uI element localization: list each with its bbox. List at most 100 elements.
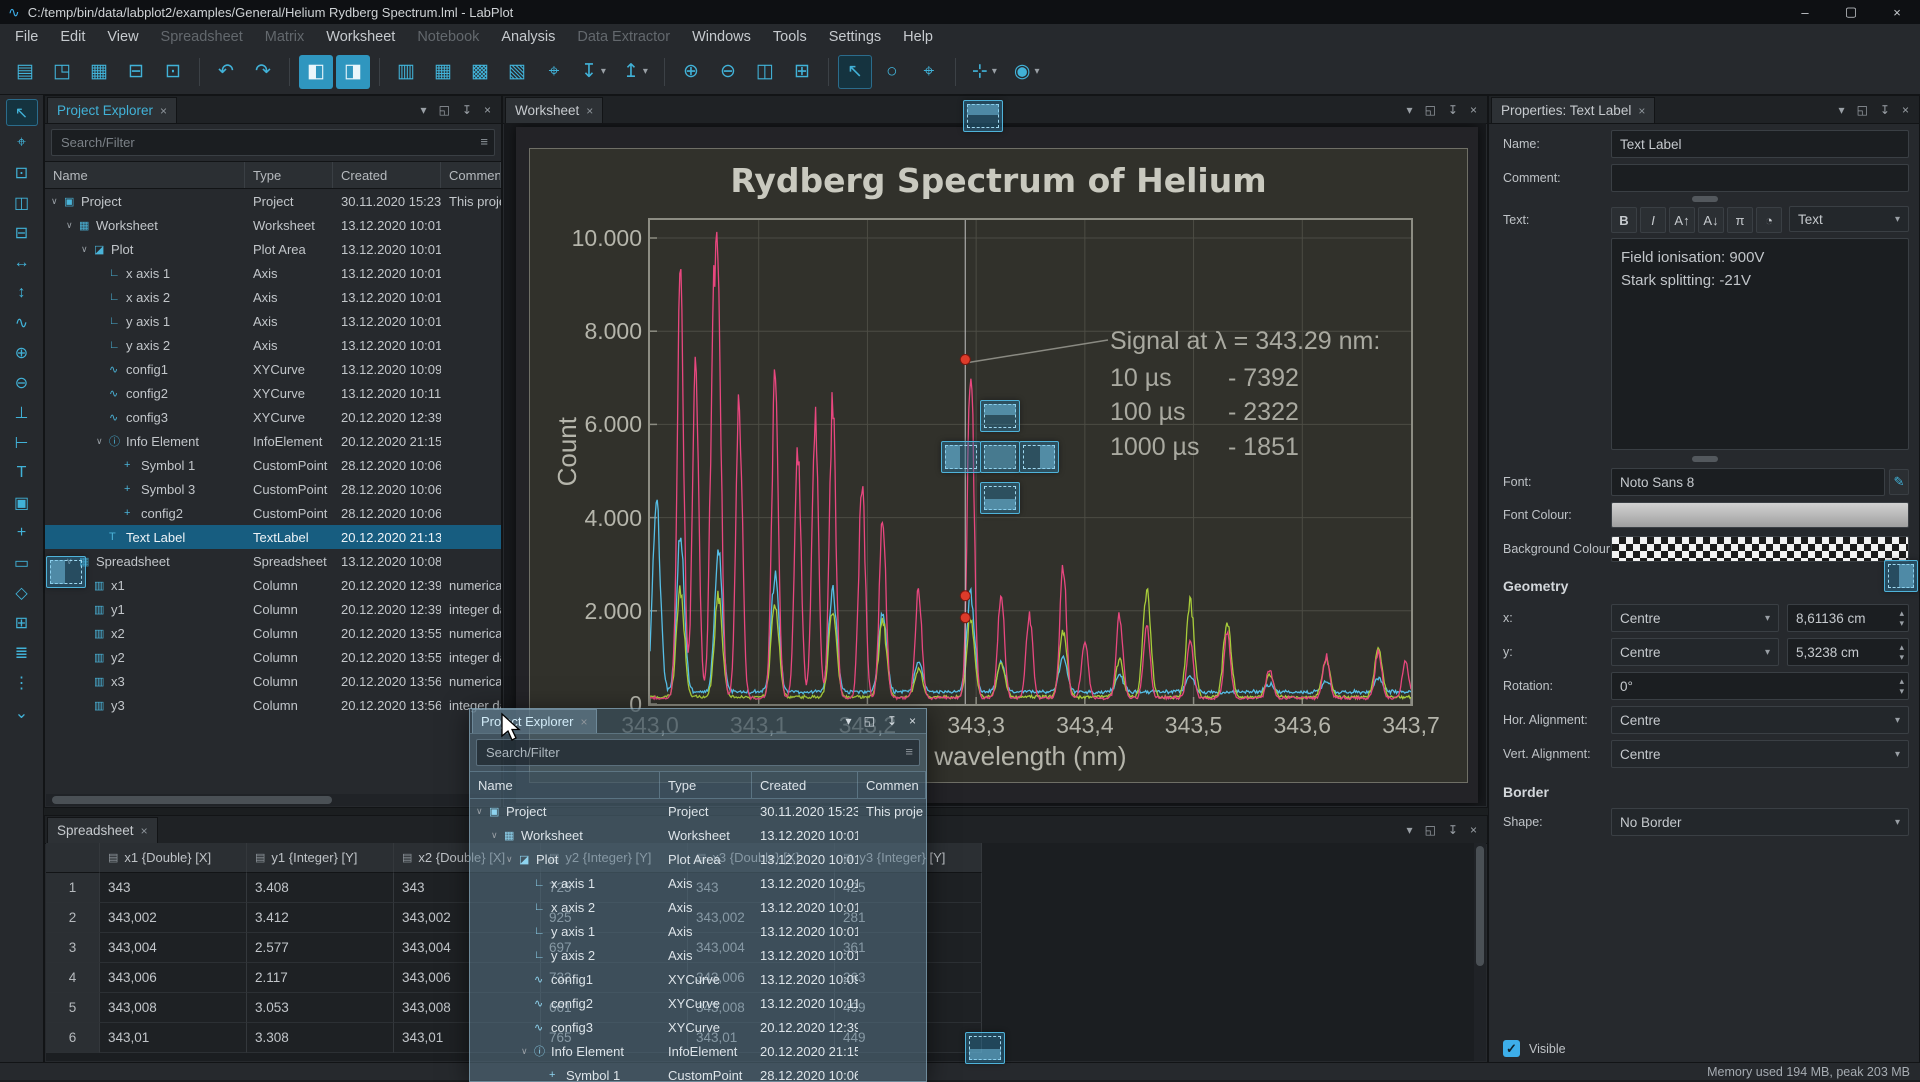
custom-point-tool[interactable]: + bbox=[6, 519, 38, 546]
undo-button[interactable]: ↶ bbox=[209, 55, 243, 89]
curve-config3[interactable] bbox=[650, 585, 1411, 698]
zoom-y-tool[interactable]: ⊟ bbox=[6, 219, 38, 246]
menu-worksheet[interactable]: Worksheet bbox=[315, 24, 406, 49]
vert-alignment-combo[interactable]: Centre ▾ bbox=[1611, 740, 1909, 768]
menu-help[interactable]: Help bbox=[892, 24, 944, 49]
shift-y-tool[interactable]: ↕ bbox=[6, 279, 38, 306]
zoom-out-tool[interactable]: ⊖ bbox=[6, 369, 38, 396]
dock-pin-icon[interactable]: ↧ bbox=[1448, 103, 1458, 117]
tree-row-x3[interactable]: ▥x3Column20.12.2020 13:56numerical bbox=[45, 669, 501, 693]
rotation-spinner[interactable]: 0° ▴▾ bbox=[1611, 672, 1909, 700]
tab-project-explorer[interactable]: Project Explorer × bbox=[47, 97, 177, 123]
dock-menu-icon[interactable]: ▾ bbox=[1407, 103, 1413, 117]
marker-point[interactable] bbox=[960, 355, 970, 365]
splitter-handle[interactable] bbox=[1692, 456, 1718, 462]
column-header-created[interactable]: Created bbox=[333, 162, 441, 188]
select-mode-button[interactable]: ↖ bbox=[838, 55, 872, 89]
filter-icon[interactable]: ≡ bbox=[480, 134, 488, 149]
menu-view[interactable]: View bbox=[96, 24, 149, 49]
tree-row-plot[interactable]: ∨◪PlotPlot Area13.12.2020 10:01 bbox=[45, 237, 501, 261]
cell[interactable]: 343,008 bbox=[100, 993, 247, 1023]
zoom-in-button[interactable]: ⊕ bbox=[674, 55, 708, 89]
layout-button[interactable]: ⊞ bbox=[785, 55, 819, 89]
search-input[interactable] bbox=[51, 129, 495, 156]
scrollbar-thumb[interactable] bbox=[1476, 846, 1484, 966]
scrollbar-thumb[interactable] bbox=[52, 796, 332, 804]
dock-indicator-center-top[interactable] bbox=[980, 400, 1020, 432]
zoom-select-tool[interactable]: ⊡ bbox=[6, 159, 38, 186]
tab-close-icon[interactable]: × bbox=[1638, 104, 1645, 118]
subscript-button[interactable]: A↓ bbox=[1698, 207, 1724, 233]
tab-close-icon[interactable]: × bbox=[160, 104, 167, 118]
tree-row-y1[interactable]: ▥y1Column20.12.2020 12:39integer da bbox=[45, 597, 501, 621]
float-tree-row-x-axis-2[interactable]: ∟x axis 2Axis13.12.2020 10:01 bbox=[470, 895, 926, 919]
font-input[interactable]: Noto Sans 8 bbox=[1611, 468, 1885, 496]
zoom-out-button[interactable]: ⊖ bbox=[711, 55, 745, 89]
expander-icon[interactable]: ∨ bbox=[521, 1046, 534, 1057]
expander-icon[interactable]: ∨ bbox=[51, 196, 64, 207]
import-button[interactable]: ↧▾ bbox=[574, 55, 613, 89]
new-project-button[interactable]: ▤ bbox=[8, 55, 42, 89]
tree-row-x2[interactable]: ▥x2Column20.12.2020 13:55numerical bbox=[45, 621, 501, 645]
background-colour-swatch[interactable] bbox=[1611, 536, 1909, 562]
dock-indicator-center[interactable] bbox=[980, 441, 1020, 473]
print-button[interactable]: ⊟ bbox=[119, 55, 153, 89]
dock-menu-icon[interactable]: ▾ bbox=[1839, 103, 1845, 117]
rectangle-tool[interactable]: ▭ bbox=[6, 549, 38, 576]
dock-indicator-top[interactable] bbox=[963, 100, 1003, 132]
float-tree-row-project[interactable]: ∨▣ProjectProject30.11.2020 15:23This pro… bbox=[470, 799, 926, 823]
tab-spreadsheet[interactable]: Spreadsheet × bbox=[47, 817, 158, 843]
tree-row-symbol-3[interactable]: +Symbol 3CustomPoint28.12.2020 10:06 bbox=[45, 477, 501, 501]
menu-windows[interactable]: Windows bbox=[681, 24, 762, 49]
tree-row-config2[interactable]: ∿config2XYCurve13.12.2020 10:11 bbox=[45, 381, 501, 405]
toggle-project-explorer-button[interactable]: ◧ bbox=[299, 55, 333, 89]
tree-row-worksheet[interactable]: ∨▦WorksheetWorksheet13.12.2020 10:01 bbox=[45, 213, 501, 237]
expander-icon[interactable]: ∨ bbox=[506, 854, 519, 865]
zoom-fit-button[interactable]: ◫ bbox=[748, 55, 782, 89]
text-content-editor[interactable]: Field ionisation: 900V Stark splitting: … bbox=[1611, 238, 1909, 450]
dock-float-icon[interactable]: ◱ bbox=[1425, 103, 1436, 117]
column-header-type[interactable]: Type bbox=[245, 162, 333, 188]
tab-worksheet[interactable]: Worksheet × bbox=[505, 97, 603, 123]
new-datapicker-button[interactable]: ⌖ bbox=[537, 55, 571, 89]
float-tree-row-symbol-1[interactable]: +Symbol 1CustomPoint28.12.2020 10:06 bbox=[470, 1063, 926, 1082]
hor-alignment-combo[interactable]: Centre ▾ bbox=[1611, 706, 1909, 734]
dock-float-icon[interactable]: ◱ bbox=[1857, 103, 1868, 117]
menu-spreadsheet[interactable]: Spreadsheet bbox=[150, 24, 254, 49]
expander-icon[interactable]: ∨ bbox=[96, 436, 109, 447]
print-preview-button[interactable]: ⊡ bbox=[156, 55, 190, 89]
new-spreadsheet-button[interactable]: ▦ bbox=[426, 55, 460, 89]
dock-indicator-left[interactable] bbox=[46, 556, 86, 588]
font-colour-swatch[interactable] bbox=[1611, 502, 1909, 528]
visible-checkbox[interactable]: ✓ bbox=[1503, 1040, 1520, 1057]
italic-button[interactable]: I bbox=[1640, 207, 1666, 233]
dragged-project-explorer-window[interactable]: Project Explorer × ▾◱↧× ≡ NameTypeCreate… bbox=[469, 708, 927, 1082]
list-tool[interactable]: ≣ bbox=[6, 639, 38, 666]
tab-close-icon[interactable]: × bbox=[141, 824, 148, 838]
tree-column-header[interactable]: NameTypeCreatedCommen bbox=[470, 771, 926, 799]
toggle-properties-button[interactable]: ◨ bbox=[336, 55, 370, 89]
tree-row-y-axis-2[interactable]: ∟y axis 2Axis13.12.2020 10:01 bbox=[45, 333, 501, 357]
font-edit-button[interactable]: ✎ bbox=[1889, 469, 1909, 495]
maximize-button-icon[interactable]: ▢ bbox=[1828, 0, 1874, 24]
column-header-commen[interactable]: Commen bbox=[858, 772, 926, 798]
dock-indicator-center-left[interactable] bbox=[941, 441, 981, 473]
add-plot-combo[interactable]: ⊹▾ bbox=[965, 55, 1004, 89]
superscript-button[interactable]: A↑ bbox=[1669, 207, 1695, 233]
dock-indicator-right[interactable] bbox=[1884, 560, 1918, 592]
new-workbook-button[interactable]: ▥ bbox=[389, 55, 423, 89]
dock-indicator-center-bottom[interactable] bbox=[980, 482, 1020, 514]
dock-close-icon[interactable]: × bbox=[1470, 823, 1477, 837]
float-tree-row-config2[interactable]: ∿config2XYCurve13.12.2020 10:11 bbox=[470, 991, 926, 1015]
grid-tool[interactable]: ⊞ bbox=[6, 609, 38, 636]
dock-menu-icon[interactable]: ▾ bbox=[421, 103, 427, 117]
tree-column-header[interactable]: NameTypeCreatedCommen bbox=[45, 161, 501, 189]
zoom-select-mode-button[interactable]: ○ bbox=[875, 55, 909, 89]
x-position-combo[interactable]: Centre ▾ bbox=[1611, 604, 1779, 632]
dock-menu-icon[interactable]: ▾ bbox=[1407, 823, 1413, 837]
curve-config2[interactable] bbox=[650, 500, 1411, 694]
dock-pin-icon[interactable]: ↧ bbox=[887, 714, 897, 728]
column-header-x1-double-x-[interactable]: ▤x1 {Double} [X] bbox=[100, 843, 247, 873]
dock-close-icon[interactable]: × bbox=[1902, 103, 1909, 117]
cell[interactable]: 3.308 bbox=[247, 1023, 394, 1053]
